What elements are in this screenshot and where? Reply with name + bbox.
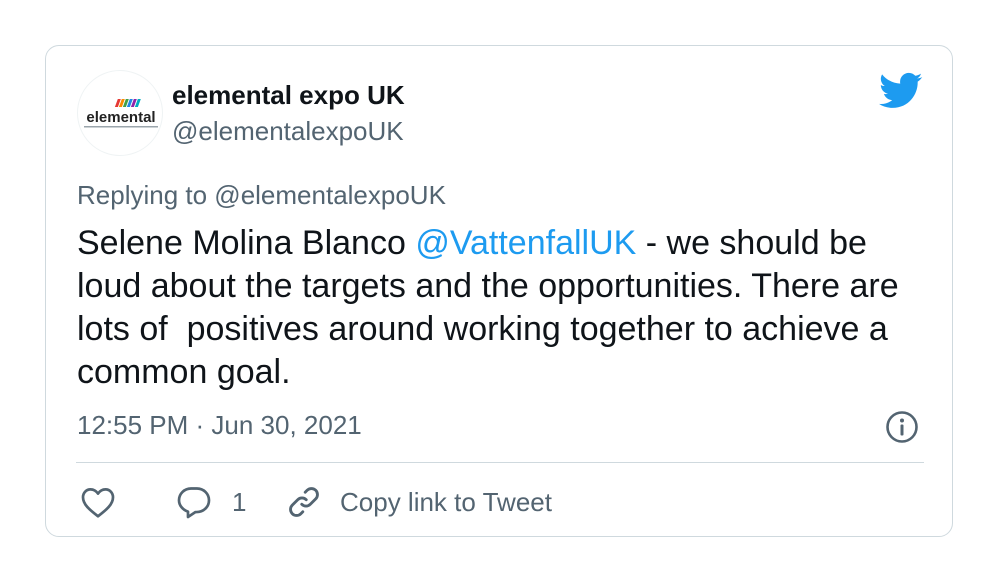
tweet-text-prefix: Selene Molina Blanco [77,224,416,262]
tweet-timestamp[interactable]: 12:55 PM · Jun 30, 2021 [77,410,362,441]
comment-icon [177,487,211,519]
author-handle[interactable]: @elementalexpoUK [172,116,404,147]
author-display-name[interactable]: elemental expo UK [172,80,405,111]
mention-link[interactable]: @VattenfallUK [415,224,636,262]
twitter-bird-icon[interactable] [879,72,923,110]
replying-to-label: Replying to @elementalexpoUK [77,180,446,210]
copy-link-label: Copy link to Tweet [340,486,552,517]
tweet-text: Selene Molina Blanco @VattenfallUK - we … [77,222,937,394]
avatar[interactable]: elemental [77,70,163,156]
divider [76,462,924,463]
link-icon [289,487,319,517]
reply-count: 1 [232,486,247,517]
heart-icon [81,488,115,518]
like-button[interactable] [80,482,116,522]
avatar-logo-text: elemental [86,109,155,126]
tweet-card: elemental elemental expo UK @elementalex… [45,45,953,537]
elemental-logo: elemental [84,99,158,128]
reply-button[interactable]: 1 [176,482,246,522]
info-icon[interactable] [885,410,919,444]
copy-link-button[interactable]: Copy link to Tweet [286,482,552,522]
logo-stripes [114,99,141,107]
